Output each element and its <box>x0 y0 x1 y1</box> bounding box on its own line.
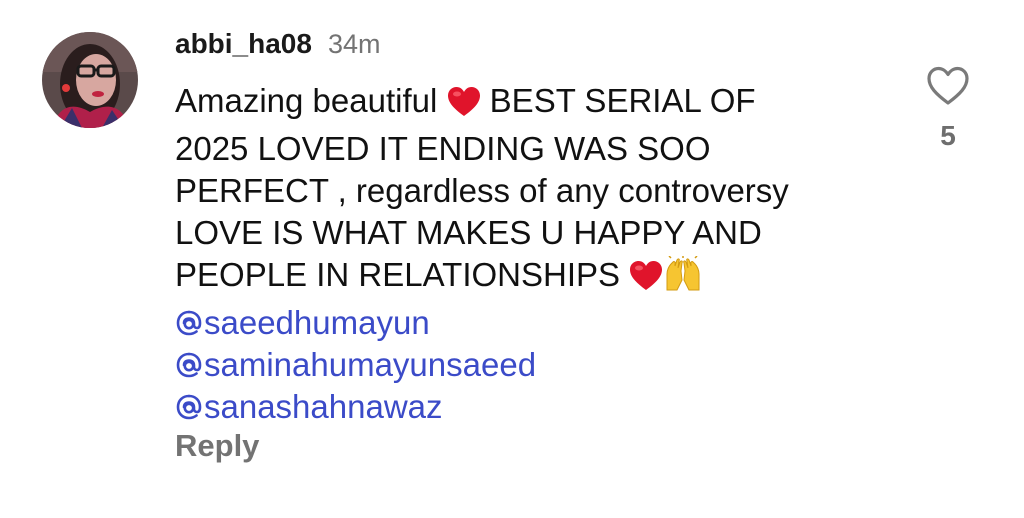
red-heart-icon <box>629 260 663 302</box>
mention-link[interactable]: saeedhumayun <box>175 302 895 344</box>
username[interactable]: abbi_ha08 <box>175 28 312 60</box>
avatar[interactable] <box>42 32 138 128</box>
comment-line: PEOPLE IN RELATIONSHIPS <box>175 254 895 302</box>
heart-outline-icon[interactable] <box>926 66 970 106</box>
avatar-image <box>42 32 138 128</box>
threads-at-icon <box>176 310 202 336</box>
raising-hands-icon <box>663 255 703 302</box>
comment-line-text: Amazing beautiful <box>175 82 438 119</box>
mention-link[interactable]: saminahumayunsaeed <box>175 344 895 386</box>
mention-link[interactable]: sanashahnawaz <box>175 386 895 428</box>
mention-text[interactable]: saeedhumayun <box>204 304 430 341</box>
comment: abbi_ha08 34m Amazing beautiful BEST SER… <box>0 0 1024 518</box>
mention-text[interactable]: sanashahnawaz <box>204 388 443 425</box>
like-control: 5 <box>922 66 974 152</box>
comment-meta: abbi_ha08 34m <box>175 28 380 62</box>
red-heart-icon <box>447 86 481 128</box>
comment-line: Amazing beautiful BEST SERIAL OF <box>175 80 895 128</box>
mention-text[interactable]: saminahumayunsaeed <box>204 346 536 383</box>
comment-text: Amazing beautiful BEST SERIAL OF 2025 LO… <box>175 80 895 428</box>
like-count: 5 <box>940 120 956 151</box>
comment-line: PERFECT , regardless of any controversy <box>175 172 789 209</box>
threads-at-icon <box>176 394 202 420</box>
comment-line: 2025 LOVED IT ENDING WAS SOO <box>175 130 711 167</box>
timestamp: 34m <box>327 29 381 59</box>
threads-at-icon <box>176 352 202 378</box>
comment-line-text: PEOPLE IN RELATIONSHIPS <box>175 256 621 293</box>
reply-button[interactable]: Reply <box>175 428 259 464</box>
comment-line-text: BEST SERIAL OF <box>489 82 756 119</box>
comment-line: LOVE IS WHAT MAKES U HAPPY AND <box>175 214 762 251</box>
